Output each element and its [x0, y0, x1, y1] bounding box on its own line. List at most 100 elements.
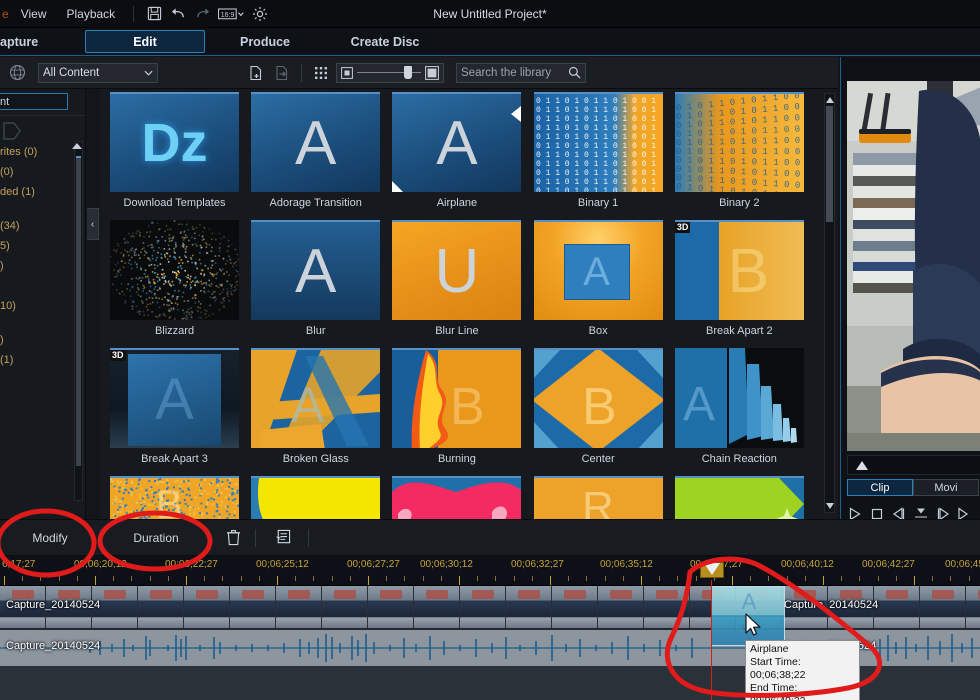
duration-button[interactable]: Duration [101, 519, 211, 556]
library-item-thumbnail[interactable]: A [392, 92, 522, 192]
preview-tab-movie[interactable]: Movi [913, 479, 979, 496]
nav-search-input[interactable]: nt [0, 93, 68, 110]
menu-view[interactable]: View [11, 3, 57, 25]
save-icon[interactable] [142, 3, 166, 25]
timeline-ruler[interactable]: 6;17;27 00;06;20;12 00;06;22;27 00;06;25;12… [0, 556, 980, 586]
library-item[interactable]: A Chain Reaction [674, 348, 816, 476]
scroll-up-arrow[interactable] [826, 97, 834, 103]
export-media-icon[interactable] [269, 60, 295, 86]
preview-video-frame[interactable] [847, 81, 980, 451]
library-scrollbar[interactable] [824, 93, 835, 513]
scroll-down-arrow[interactable] [826, 503, 834, 509]
undo-icon[interactable] [166, 3, 190, 25]
library-item-thumbnail[interactable] [110, 220, 239, 320]
content-filter-dropdown[interactable]: All Content [38, 62, 158, 83]
library-item[interactable]: Blizzard [110, 220, 251, 348]
nav-item-6[interactable]: ) [0, 256, 85, 276]
nav-item-1[interactable]: (0) [0, 162, 85, 182]
library-item-thumbnail[interactable]: B [533, 348, 663, 448]
nav-scroll-thumb[interactable] [76, 156, 81, 466]
library-item-thumbnail[interactable]: Dz [110, 92, 239, 192]
library-item-thumbnail[interactable]: B 3D [674, 220, 804, 320]
library-item[interactable] [251, 476, 392, 519]
globe-icon[interactable] [0, 64, 34, 81]
filmstrip-frame [598, 586, 644, 628]
menu-playback[interactable]: Playback [56, 3, 125, 25]
library-item[interactable] [674, 476, 816, 519]
nav-scrollbar[interactable] [74, 141, 83, 501]
redo-icon[interactable] [190, 3, 214, 25]
library-item-thumbnail[interactable] [251, 476, 381, 519]
library-item[interactable]: 0 1 0 1 1 0 1 0 1 1 0 00 1 0 1 1 0 1 0 1… [674, 92, 816, 220]
menu-file-partial[interactable]: e [0, 3, 11, 25]
library-item[interactable]: B Center [533, 348, 675, 476]
slider-track[interactable] [357, 66, 421, 79]
library-item[interactable]: 0 1 1 0 1 0 1 1 0 1 0 0 10 1 1 0 1 0 1 1… [533, 92, 675, 220]
ruler-tick [514, 576, 515, 581]
scrubber-handle[interactable] [856, 460, 868, 470]
nav-item-10[interactable]: ) [0, 330, 85, 350]
nav-item-list: rites (0) (0) ded (1) (34) 5) ) 10) ) (1… [0, 142, 85, 370]
tab-create-disc[interactable]: Create Disc [325, 28, 445, 55]
library-item-thumbnail[interactable]: 0 1 1 0 1 0 1 1 0 1 0 0 10 1 1 0 1 0 1 1… [533, 92, 663, 192]
ruler-tick [168, 576, 169, 581]
ruler-timecode-label: 00;06;20;12 [74, 559, 127, 570]
library-item-thumbnail[interactable]: A A [533, 220, 663, 320]
thumbnail-small-icon [341, 66, 353, 79]
ruler-tick [204, 576, 205, 581]
slider-thumb[interactable] [404, 66, 413, 79]
library-item[interactable]: B [110, 476, 251, 519]
library-item-thumbnail[interactable]: A [674, 348, 804, 448]
library-item[interactable]: A Airplane [392, 92, 533, 220]
library-scroll-thumb[interactable] [826, 106, 833, 222]
library-item[interactable]: A 3D Break Apart 3 [110, 348, 251, 476]
library-item[interactable]: R [533, 476, 675, 519]
modify-button[interactable]: Modify [0, 519, 100, 556]
aspect-ratio-icon[interactable]: 16:9 [214, 3, 248, 25]
library-item-label: Center [581, 453, 615, 465]
nav-item-4[interactable]: (34) [0, 216, 85, 236]
settings-gear-icon[interactable] [248, 3, 272, 25]
tab-edit[interactable]: Edit [85, 30, 205, 53]
library-item[interactable]: B Burning [392, 348, 533, 476]
grid-view-icon[interactable] [308, 60, 334, 86]
nav-item-5[interactable]: 5) [0, 236, 85, 256]
nav-item-8[interactable]: 10) [0, 296, 85, 316]
library-item-thumbnail[interactable]: B [392, 348, 522, 448]
library-item-thumbnail[interactable]: A [251, 92, 381, 192]
library-item[interactable] [392, 476, 533, 519]
preview-tab-clip[interactable]: Clip [847, 479, 913, 496]
import-media-icon[interactable] [243, 60, 269, 86]
library-item[interactable]: A Broken Glass [251, 348, 392, 476]
svg-text:0 1 1 0 1 0 1 1 0 1 0 0 1: 0 1 1 0 1 0 1 1 0 1 0 0 1 [536, 187, 656, 192]
library-item[interactable]: A A Box [533, 220, 675, 348]
library-item[interactable]: Dz Download Templates [110, 92, 251, 220]
nav-item-11[interactable]: (1) [0, 350, 85, 370]
library-item[interactable]: U Blur Line [392, 220, 533, 348]
trash-icon[interactable] [211, 519, 255, 556]
library-item[interactable]: B 3D Break Apart 2 [674, 220, 816, 348]
library-item-thumbnail[interactable]: A 3D [110, 348, 239, 448]
library-item[interactable]: A Blur [251, 220, 392, 348]
nav-scroll-up-arrow[interactable] [72, 143, 82, 149]
library-item-thumbnail[interactable] [674, 476, 804, 519]
nav-item-7[interactable] [0, 276, 85, 296]
video-track[interactable]: Capture_20140524 Capture_20140524 [0, 586, 980, 628]
tab-capture[interactable]: apture [0, 28, 85, 55]
library-item-thumbnail[interactable] [392, 476, 522, 519]
library-item-thumbnail[interactable]: U [392, 220, 522, 320]
properties-icon[interactable] [256, 519, 308, 556]
preview-scrubber[interactable] [847, 455, 980, 475]
tab-produce[interactable]: Produce [205, 28, 325, 55]
playhead-handle[interactable] [700, 562, 724, 580]
nav-item-2[interactable]: ded (1) [0, 182, 85, 202]
library-item[interactable]: A Adorage Transition [251, 92, 392, 220]
library-item-thumbnail[interactable]: A [251, 220, 381, 320]
collapse-panel-button[interactable]: ‹ [87, 208, 99, 240]
thumbnail-size-slider[interactable] [336, 62, 444, 83]
library-item-thumbnail[interactable]: A [251, 348, 381, 448]
search-input[interactable]: Search the library [456, 62, 586, 83]
library-item-thumbnail[interactable]: R [533, 476, 663, 519]
library-item-thumbnail[interactable]: B [110, 476, 239, 519]
library-item-thumbnail[interactable]: 0 1 0 1 1 0 1 0 1 1 0 00 1 0 1 1 0 1 0 1… [674, 92, 804, 192]
